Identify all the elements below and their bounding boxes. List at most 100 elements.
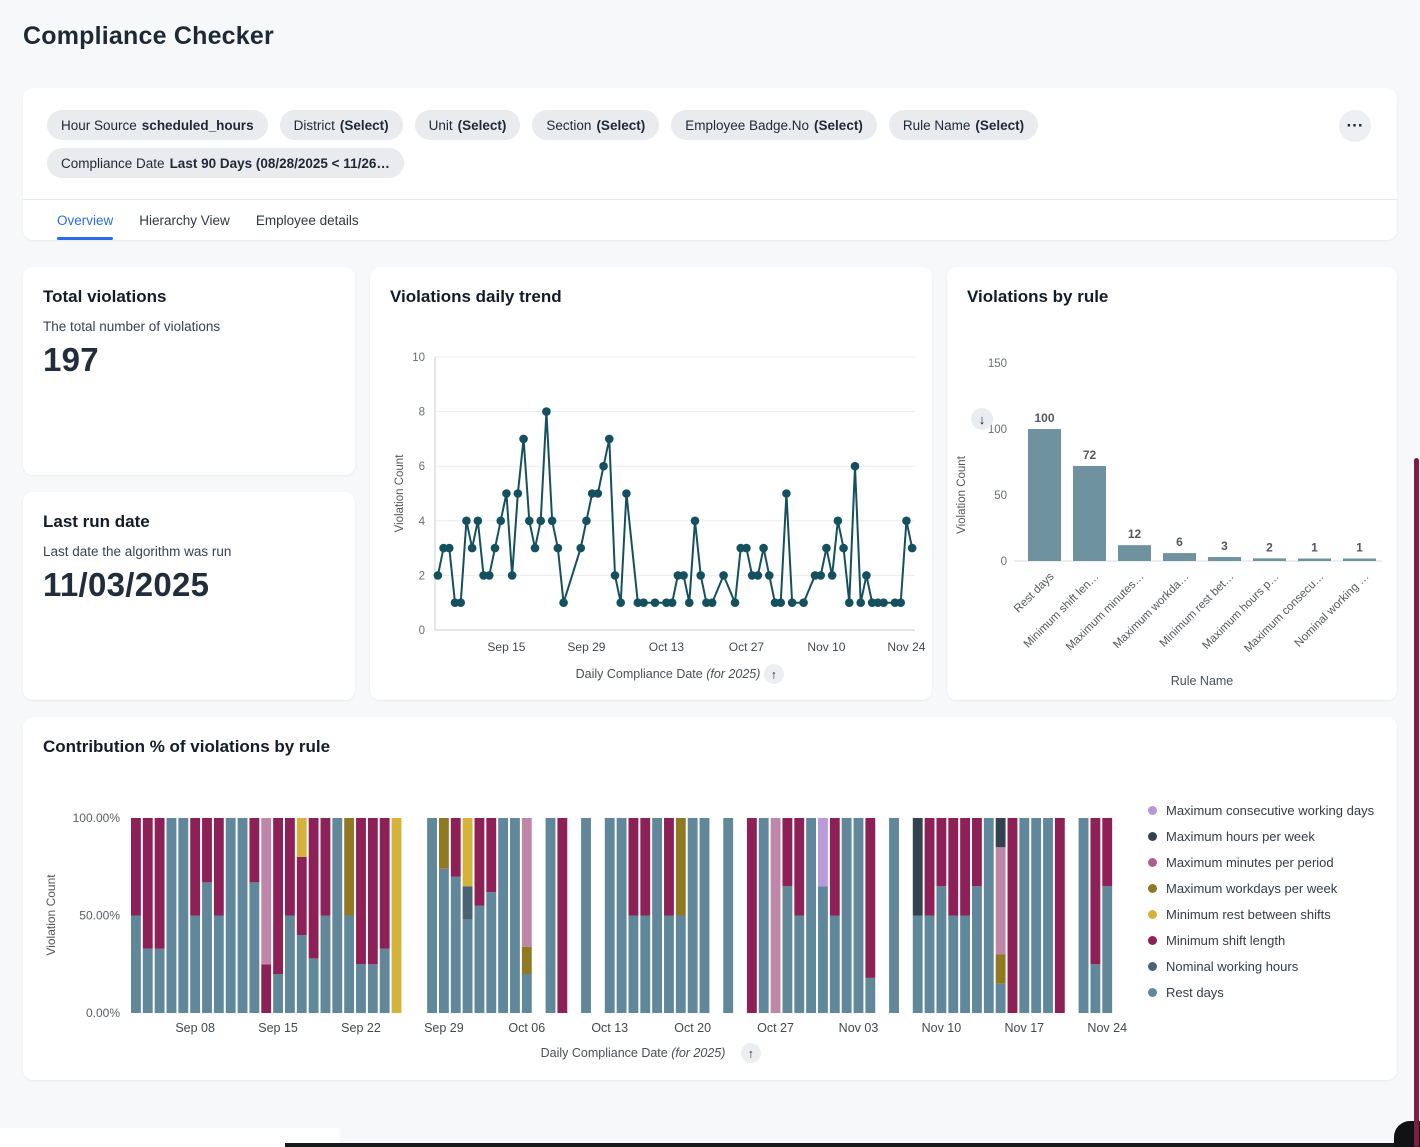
stack-segment-rest-days[interactable] — [297, 935, 307, 1013]
stack-segment-rest-days[interactable] — [332, 818, 342, 1013]
stack-segment-maximum-minutes-per-period[interactable] — [771, 818, 781, 1013]
trend-point[interactable] — [616, 598, 625, 607]
stack-segment-rest-days[interactable] — [972, 886, 982, 1013]
stack-segment-rest-days[interactable] — [143, 949, 153, 1013]
trend-point[interactable] — [816, 571, 825, 580]
trend-point[interactable] — [708, 598, 717, 607]
legend-item-maximum-minutes-per-period[interactable]: Maximum minutes per period — [1148, 855, 1374, 870]
trend-point[interactable] — [474, 517, 483, 526]
trend-point[interactable] — [685, 598, 694, 607]
stack-segment-rest-days[interactable] — [1079, 818, 1089, 1013]
stack-segment-minimum-shift-length[interactable] — [1102, 818, 1112, 886]
trend-point[interactable] — [468, 544, 477, 553]
stack-segment-nominal-working-hours[interactable] — [463, 886, 473, 919]
stack-segment-rest-days[interactable] — [344, 916, 354, 1014]
trend-point[interactable] — [896, 598, 905, 607]
trend-point[interactable] — [668, 598, 677, 607]
stack-segment-rest-days[interactable] — [794, 916, 804, 1014]
stack-segment-rest-days[interactable] — [889, 818, 899, 1013]
stack-segment-rest-days[interactable] — [1102, 886, 1112, 1013]
trend-point[interactable] — [908, 544, 917, 553]
trend-point[interactable] — [605, 435, 614, 444]
stack-segment-rest-days[interactable] — [486, 892, 496, 1013]
tab-hierarchy-view[interactable]: Hierarchy View — [139, 200, 230, 240]
stack-segment-rest-days[interactable] — [451, 877, 461, 1014]
stack-segment-rest-days[interactable] — [1031, 818, 1041, 1013]
stack-segment-rest-days[interactable] — [723, 818, 733, 1013]
stack-segment-rest-days[interactable] — [309, 958, 319, 1013]
stack-segment-minimum-shift-length[interactable] — [475, 818, 485, 906]
stack-segment-minimum-rest-between-shifts[interactable] — [392, 818, 402, 1013]
legend-item-rest-days[interactable]: Rest days — [1148, 985, 1374, 1000]
stack-segment-rest-days[interactable] — [984, 818, 994, 1013]
stack-segment-rest-days[interactable] — [356, 964, 366, 1013]
tab-overview[interactable]: Overview — [57, 200, 113, 240]
stack-segment-rest-days[interactable] — [806, 818, 816, 1013]
stack-segment-rest-days[interactable] — [925, 916, 935, 1014]
stack-segment-rest-days[interactable] — [759, 818, 769, 1013]
stack-segment-rest-days[interactable] — [629, 916, 639, 1014]
rule-bar[interactable] — [1028, 429, 1061, 561]
stack-segment-rest-days[interactable] — [380, 949, 390, 1013]
trend-point[interactable] — [514, 489, 523, 498]
stack-segment-rest-days[interactable] — [190, 916, 200, 1014]
stack-segment-minimum-shift-length[interactable] — [960, 818, 970, 916]
stack-segment-maximum-hours-per-week[interactable] — [913, 818, 923, 916]
trend-point[interactable] — [839, 544, 848, 553]
trend-point[interactable] — [445, 544, 454, 553]
trend-point[interactable] — [719, 571, 728, 580]
trend-point[interactable] — [754, 571, 763, 580]
stack-segment-minimum-shift-length[interactable] — [936, 818, 946, 886]
stack-segment-rest-days[interactable] — [913, 916, 923, 1014]
stack-segment-rest-days[interactable] — [546, 818, 556, 1013]
stack-segment-rest-days[interactable] — [948, 916, 958, 1014]
trend-point[interactable] — [611, 571, 620, 580]
legend-item-maximum-workdays-per-week[interactable]: Maximum workdays per week — [1148, 881, 1374, 896]
stack-segment-minimum-shift-length[interactable] — [190, 818, 200, 916]
stack-segment-maximum-minutes-per-period[interactable] — [522, 818, 532, 947]
stack-segment-rest-days[interactable] — [782, 886, 792, 1013]
stack-segment-rest-days[interactable] — [1019, 818, 1029, 1013]
stack-segment-rest-days[interactable] — [700, 818, 710, 1013]
stack-segment-rest-days[interactable] — [581, 818, 591, 1013]
trend-point[interactable] — [851, 462, 860, 471]
stack-segment-minimum-shift-length[interactable] — [486, 818, 496, 892]
sort-descending-button[interactable]: ↓ — [971, 408, 993, 430]
right-scrollbar[interactable] — [1414, 458, 1419, 1147]
stack-segment-rest-days[interactable] — [1043, 818, 1053, 1013]
trend-point[interactable] — [759, 544, 768, 553]
trend-point[interactable] — [782, 489, 791, 498]
stack-segment-rest-days[interactable] — [818, 886, 828, 1013]
stack-segment-minimum-shift-length[interactable] — [143, 818, 153, 949]
stack-segment-rest-days[interactable] — [617, 818, 627, 1013]
trend-point[interactable] — [822, 544, 831, 553]
stack-segment-minimum-shift-length[interactable] — [925, 818, 935, 916]
stack-segment-rest-days[interactable] — [439, 869, 449, 1013]
trend-point[interactable] — [731, 598, 740, 607]
stack-segment-minimum-shift-length[interactable] — [1055, 818, 1065, 1013]
rule-bar[interactable] — [1118, 545, 1151, 561]
trend-point[interactable] — [845, 598, 854, 607]
stack-segment-rest-days[interactable] — [427, 818, 437, 1013]
filter-pill-section[interactable]: Section(Select) — [532, 110, 659, 140]
trend-point[interactable] — [696, 571, 705, 580]
trend-point[interactable] — [462, 517, 471, 526]
stack-segment-rest-days[interactable] — [688, 818, 698, 1013]
stack-segment-minimum-shift-length[interactable] — [948, 818, 958, 916]
stack-segment-minimum-shift-length[interactable] — [557, 818, 567, 1013]
stack-segment-maximum-consecutive-working-days[interactable] — [818, 818, 828, 886]
rule-bar[interactable] — [1163, 553, 1196, 561]
stack-segment-minimum-shift-length[interactable] — [640, 818, 650, 916]
stack-segment-rest-days[interactable] — [510, 818, 520, 1013]
stack-segment-minimum-shift-length[interactable] — [747, 818, 757, 1013]
stack-segment-rest-days[interactable] — [214, 916, 224, 1014]
trend-point[interactable] — [622, 489, 631, 498]
rule-bar[interactable] — [1208, 557, 1241, 561]
stack-segment-minimum-shift-length[interactable] — [664, 818, 674, 916]
stack-segment-rest-days[interactable] — [936, 886, 946, 1013]
stack-segment-rest-days[interactable] — [960, 916, 970, 1014]
tab-employee-details[interactable]: Employee details — [256, 200, 359, 240]
stack-segment-rest-days[interactable] — [664, 916, 674, 1014]
trend-point[interactable] — [776, 598, 785, 607]
stack-segment-minimum-shift-length[interactable] — [1008, 818, 1018, 1013]
